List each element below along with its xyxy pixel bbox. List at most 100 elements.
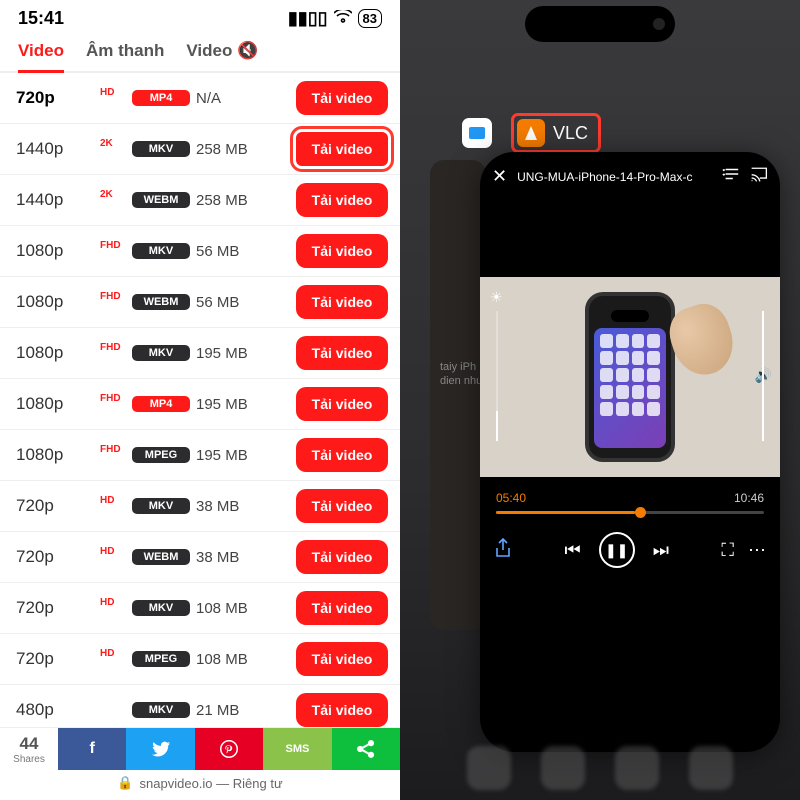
quality-badge: FHD (100, 393, 126, 404)
share-count: 44 Shares (0, 728, 58, 770)
background-card[interactable]: taiy iPh dien nhu (430, 160, 486, 630)
dock-app-3[interactable] (615, 746, 659, 790)
format-badge: MKV (132, 600, 190, 616)
next-track-icon[interactable]: ⏭ (653, 540, 669, 561)
resolution: 720p (16, 547, 94, 567)
quality-badge: 2K (100, 189, 126, 200)
download-button[interactable]: Tải video (296, 642, 388, 676)
quality-badge: 2K (100, 138, 126, 149)
download-button[interactable]: Tải video (296, 693, 388, 727)
format-badge: MKV (132, 141, 190, 157)
file-size: 195 MB (196, 447, 268, 464)
video-title: UNG-MUA-iPhone-14-Pro-Max-c (517, 170, 712, 184)
quality-badge: HD (100, 495, 126, 506)
file-size: 108 MB (196, 600, 268, 617)
format-badge: MKV (132, 702, 190, 718)
format-badge: MPEG (132, 651, 190, 667)
format-badge: MPEG (132, 447, 190, 463)
file-size: 195 MB (196, 396, 268, 413)
download-row: 720p HD MKV 108 MB Tải video (0, 583, 400, 634)
quality-badge: FHD (100, 444, 126, 455)
tab-audio[interactable]: Âm thanh (86, 41, 164, 61)
download-button[interactable]: Tải video (296, 489, 388, 523)
fullscreen-icon[interactable]: ⛶ (721, 540, 734, 561)
current-time: 05:40 (496, 491, 526, 505)
share-more[interactable] (332, 728, 400, 770)
file-size: 258 MB (196, 192, 268, 209)
resolution: 720p (16, 88, 94, 108)
resolution: 1080p (16, 445, 94, 465)
format-badge: MKV (132, 243, 190, 259)
vlc-player-card[interactable]: ✕ UNG-MUA-iPhone-14-Pro-Max-c ☀ 🔊 05:40 … (480, 152, 780, 752)
url-domain: snapvideo.io — Riêng tư (140, 776, 283, 791)
download-button[interactable]: Tải video (296, 591, 388, 625)
share-twitter[interactable] (126, 728, 194, 770)
more-icon[interactable]: ⋯ (748, 540, 766, 561)
dynamic-island (525, 6, 675, 42)
format-badge: MP4 (132, 90, 190, 106)
format-badge: WEBM (132, 294, 190, 310)
format-badge: MP4 (132, 396, 190, 412)
file-size: N/A (196, 90, 268, 107)
time-labels: 05:40 10:46 (480, 477, 780, 509)
download-button[interactable]: Tải video (296, 132, 388, 166)
share-facebook[interactable]: f (58, 728, 126, 770)
files-app-icon[interactable] (462, 118, 492, 148)
download-button[interactable]: Tải video (296, 81, 388, 115)
resolution: 1080p (16, 394, 94, 414)
dock-app-4[interactable] (689, 746, 733, 790)
download-row: 1080p FHD MPEG 195 MB Tải video (0, 430, 400, 481)
share-sms[interactable]: SMS (263, 728, 331, 770)
close-icon[interactable]: ✕ (492, 166, 507, 187)
format-badge: WEBM (132, 549, 190, 565)
download-button[interactable]: Tải video (296, 234, 388, 268)
quality-badge: HD (100, 87, 126, 98)
player-controls: ⏮ ❚❚ ⏭ ⛶ ⋯ (480, 514, 780, 586)
resolution: 480p (16, 700, 94, 720)
progress-bar[interactable] (496, 511, 764, 514)
download-row: 720pHDMPEG108 MBTải video (0, 634, 400, 685)
pause-button[interactable]: ❚❚ (599, 532, 635, 568)
download-list: 720pHDMP4N/ATải video1440p2KMKV258 MBTải… (0, 73, 400, 727)
file-size: 38 MB (196, 549, 268, 566)
file-size: 258 MB (196, 141, 268, 158)
speaker-muted-icon: 🔇 (237, 41, 258, 60)
download-button[interactable]: Tải video (296, 285, 388, 319)
download-row: 480pMKV21 MBTải video (0, 685, 400, 727)
file-size: 195 MB (196, 345, 268, 362)
video-area[interactable]: ☀ 🔊 (480, 277, 780, 477)
brightness-slider[interactable] (496, 311, 498, 441)
prev-track-icon[interactable]: ⏮ (564, 540, 580, 561)
lock-icon: 🔒 (117, 775, 133, 791)
share-pinterest[interactable] (195, 728, 263, 770)
download-button[interactable]: Tải video (296, 183, 388, 217)
vlc-app-name: VLC (553, 123, 588, 144)
dock-app-1[interactable] (467, 746, 511, 790)
download-button[interactable]: Tải video (296, 540, 388, 574)
download-button[interactable]: Tải video (296, 438, 388, 472)
cast-icon[interactable] (750, 166, 768, 187)
dock-app-2[interactable] (541, 746, 585, 790)
resolution: 1080p (16, 292, 94, 312)
download-options-panel: 15:41 ▮▮▯▯ 83 Video Âm thanh Video 🔇 720… (0, 0, 400, 800)
quality-badge: HD (100, 546, 126, 557)
status-bar: 15:41 ▮▮▯▯ 83 (0, 0, 400, 33)
tab-video[interactable]: Video (18, 41, 64, 73)
playlist-icon[interactable] (722, 166, 740, 187)
share-icon[interactable] (494, 538, 512, 563)
download-row: 1440p2KWEBM258 MBTải video (0, 175, 400, 226)
quality-badge: HD (100, 648, 126, 659)
signal-icon: ▮▮▯▯ (288, 8, 328, 29)
tab-video-muted[interactable]: Video 🔇 (186, 41, 258, 61)
download-button[interactable]: Tải video (296, 387, 388, 421)
quality-badge: HD (100, 597, 126, 608)
volume-slider[interactable] (762, 311, 764, 441)
vlc-app-label[interactable]: VLC (514, 116, 598, 150)
file-size: 38 MB (196, 498, 268, 515)
duration: 10:46 (734, 491, 764, 505)
resolution: 720p (16, 598, 94, 618)
quality-badge: FHD (100, 291, 126, 302)
app-switcher-panel: VLC taiy iPh dien nhu ✕ UNG-MUA-iPhone-1… (400, 0, 800, 800)
format-tabs: Video Âm thanh Video 🔇 (0, 33, 400, 73)
download-button[interactable]: Tải video (296, 336, 388, 370)
